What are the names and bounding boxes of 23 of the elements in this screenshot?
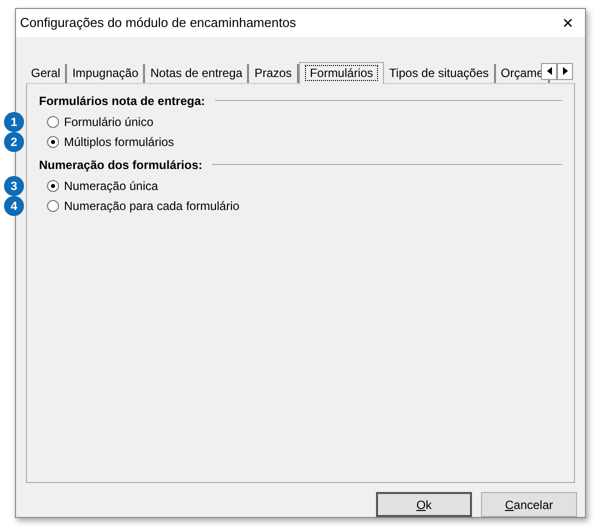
radio-label: Formulário único — [64, 114, 154, 131]
radio-button[interactable] — [47, 136, 59, 148]
number-badge: 2 — [4, 132, 24, 152]
radio-label: Múltiplos formulários — [64, 134, 174, 151]
dialog-button[interactable]: Ok — [376, 492, 472, 517]
scroll-right-button[interactable] — [557, 62, 573, 80]
right-arrow-icon — [562, 67, 568, 76]
scroll-left-button[interactable] — [541, 62, 557, 80]
close-button[interactable]: ✕ — [551, 9, 585, 37]
number-badge: 4 — [4, 196, 24, 216]
tab[interactable]: Formulários — [298, 62, 384, 84]
radio-label: Numeração para cada formulário — [64, 198, 240, 215]
dialog-button[interactable]: Cancelar — [481, 492, 577, 517]
group-heading: Formulários nota de entrega: — [39, 92, 206, 110]
group-heading: Numeração dos formulários: — [39, 156, 202, 174]
window-title: Configurações do módulo de encaminhamentos — [20, 14, 296, 32]
radio-button[interactable] — [47, 180, 59, 192]
radio-button[interactable] — [47, 200, 59, 212]
number-badge: 3 — [4, 176, 24, 196]
number-badge: 1 — [4, 112, 24, 132]
radio-label: Numeração única — [64, 178, 158, 195]
left-arrow-icon — [546, 67, 552, 76]
radio-button[interactable] — [47, 116, 59, 128]
